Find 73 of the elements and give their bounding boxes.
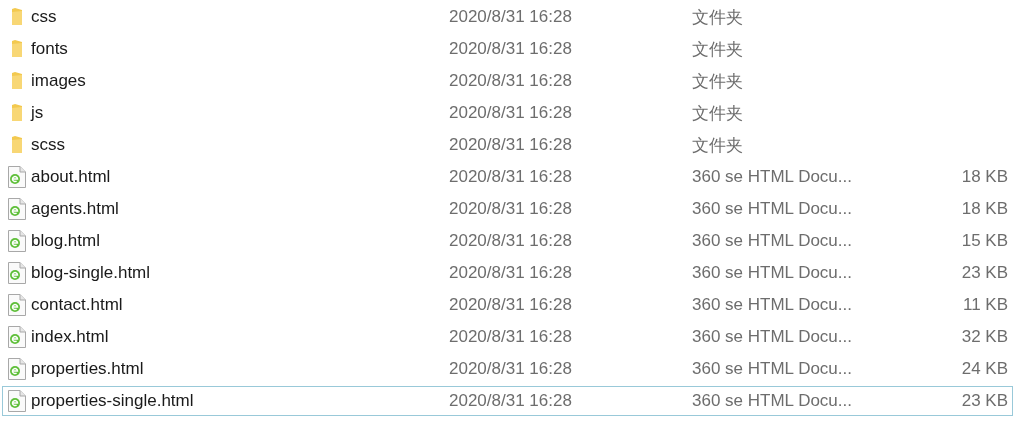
modified-date: 2020/8/31 16:28 xyxy=(449,135,572,155)
file-size: 18 KB xyxy=(961,167,1009,187)
file-name: js xyxy=(31,103,44,123)
file-row[interactable]: blog.html 2020/8/31 16:28 360 se HTML Docu... 15 KB xyxy=(2,226,1013,256)
file-type: 360 se HTML Docu... xyxy=(692,327,852,347)
folder-icon xyxy=(11,8,23,26)
file-name: contact.html xyxy=(31,295,123,315)
folder-icon xyxy=(11,40,23,58)
html-file-icon xyxy=(8,326,26,348)
file-size: 11 KB xyxy=(962,295,1009,315)
file-size: 24 KB xyxy=(961,359,1009,379)
file-type: 360 se HTML Docu... xyxy=(692,359,852,379)
file-name: blog-single.html xyxy=(31,263,151,283)
file-type: 360 se HTML Docu... xyxy=(692,295,852,315)
file-name: blog.html xyxy=(31,231,100,251)
file-row[interactable]: images 2020/8/31 16:28 文件夹 xyxy=(2,66,1013,96)
file-row[interactable]: css 2020/8/31 16:28 文件夹 xyxy=(2,2,1013,32)
file-size: 32 KB xyxy=(961,327,1009,347)
file-type: 文件夹 xyxy=(692,70,743,93)
file-row[interactable]: scss 2020/8/31 16:28 文件夹 xyxy=(2,130,1013,160)
file-type: 360 se HTML Docu... xyxy=(692,231,852,251)
html-file-icon xyxy=(8,390,26,412)
modified-date: 2020/8/31 16:28 xyxy=(449,231,572,251)
html-file-icon xyxy=(8,166,26,188)
modified-date: 2020/8/31 16:28 xyxy=(449,167,572,187)
modified-date: 2020/8/31 16:28 xyxy=(449,327,572,347)
file-row[interactable]: fonts 2020/8/31 16:28 文件夹 xyxy=(2,34,1013,64)
file-row[interactable]: index.html 2020/8/31 16:28 360 se HTML Docu... 32 KB xyxy=(2,322,1013,352)
file-type: 文件夹 xyxy=(692,134,743,157)
file-name: fonts xyxy=(31,39,68,59)
file-size: 23 KB xyxy=(961,391,1009,411)
file-type: 360 se HTML Docu... xyxy=(692,263,852,283)
file-name: images xyxy=(31,71,86,91)
modified-date: 2020/8/31 16:28 xyxy=(449,39,572,59)
file-type: 360 se HTML Docu... xyxy=(692,199,852,219)
folder-icon xyxy=(11,72,23,90)
file-type: 文件夹 xyxy=(692,102,743,125)
file-type: 360 se HTML Docu... xyxy=(692,167,852,187)
folder-icon xyxy=(11,104,23,122)
file-name: properties-single.html xyxy=(31,391,194,411)
file-row[interactable]: properties-single.html 2020/8/31 16:28 360 se HTML Docu... 23 KB xyxy=(2,386,1013,416)
modified-date: 2020/8/31 16:28 xyxy=(449,71,572,91)
html-file-icon xyxy=(8,294,26,316)
modified-date: 2020/8/31 16:28 xyxy=(449,359,572,379)
modified-date: 2020/8/31 16:28 xyxy=(449,391,572,411)
file-row[interactable]: contact.html 2020/8/31 16:28 360 se HTML Docu... 11 KB xyxy=(2,290,1013,320)
file-type: 文件夹 xyxy=(692,38,743,61)
file-row[interactable]: js 2020/8/31 16:28 文件夹 xyxy=(2,98,1013,128)
file-row[interactable]: properties.html 2020/8/31 16:28 360 se HTML Docu... 24 KB xyxy=(2,354,1013,384)
modified-date: 2020/8/31 16:28 xyxy=(449,295,572,315)
modified-date: 2020/8/31 16:28 xyxy=(449,103,572,123)
file-name: about.html xyxy=(31,167,111,187)
file-name: properties.html xyxy=(31,359,144,379)
file-type: 文件夹 xyxy=(692,6,743,29)
file-name: index.html xyxy=(31,327,109,347)
file-name: css xyxy=(31,7,57,27)
modified-date: 2020/8/31 16:28 xyxy=(449,263,572,283)
html-file-icon xyxy=(8,230,26,252)
folder-icon xyxy=(11,136,23,154)
file-row[interactable]: agents.html 2020/8/31 16:28 360 se HTML Docu... 18 KB xyxy=(2,194,1013,224)
file-type: 360 se HTML Docu... xyxy=(692,391,852,411)
file-name: scss xyxy=(31,135,65,155)
modified-date: 2020/8/31 16:28 xyxy=(449,199,572,219)
file-size: 18 KB xyxy=(961,199,1009,219)
file-row[interactable]: blog-single.html 2020/8/31 16:28 360 se HTML Docu... 23 KB xyxy=(2,258,1013,288)
file-size: 23 KB xyxy=(961,263,1009,283)
html-file-icon xyxy=(8,358,26,380)
modified-date: 2020/8/31 16:28 xyxy=(449,7,572,27)
file-name: agents.html xyxy=(31,199,119,219)
html-file-icon xyxy=(8,198,26,220)
file-size: 15 KB xyxy=(961,231,1009,251)
html-file-icon xyxy=(8,262,26,284)
file-row[interactable]: about.html 2020/8/31 16:28 360 se HTML Docu... 18 KB xyxy=(2,162,1013,192)
